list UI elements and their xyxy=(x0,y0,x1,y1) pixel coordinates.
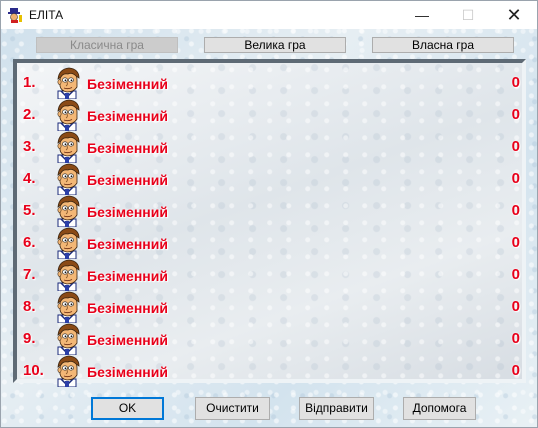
score-row: 6. Безіменний 0 xyxy=(21,227,522,260)
window-title: ЕЛІТА xyxy=(29,8,64,22)
rank-number: 9. xyxy=(23,330,36,347)
help-button[interactable]: Допомога xyxy=(403,397,476,420)
close-button[interactable]: ✕ xyxy=(491,1,537,29)
player-name: Безіменний xyxy=(87,204,168,220)
player-avatar-icon xyxy=(50,67,84,100)
player-name: Безіменний xyxy=(87,140,168,156)
player-score: 0 xyxy=(511,234,520,251)
player-score: 0 xyxy=(511,330,520,347)
app-icon xyxy=(7,7,23,23)
player-name: Безіменний xyxy=(87,300,168,316)
rank-number: 1. xyxy=(23,74,36,91)
player-avatar-icon xyxy=(50,99,84,132)
rank-number: 2. xyxy=(23,106,36,123)
send-button[interactable]: Відправити xyxy=(299,397,374,420)
score-row: 4. Безіменний 0 xyxy=(21,163,522,196)
player-name: Безіменний xyxy=(87,236,168,252)
title-bar[interactable]: ЕЛІТА — ☐ ✕ xyxy=(1,1,537,29)
tab-own-game[interactable]: Власна гра xyxy=(372,37,514,53)
rank-number: 5. xyxy=(23,202,36,219)
player-name: Безіменний xyxy=(87,364,168,380)
score-row: 10. Безіменний 0 xyxy=(21,355,522,388)
rank-number: 4. xyxy=(23,170,36,187)
player-score: 0 xyxy=(511,74,520,91)
player-avatar-icon xyxy=(50,163,84,196)
tab-classic-game: Класична гра xyxy=(36,37,178,53)
player-avatar-icon xyxy=(50,259,84,292)
high-scores-window: ЕЛІТА — ☐ ✕ Класична гра Велика гра Влас… xyxy=(0,0,538,428)
player-name: Безіменний xyxy=(87,172,168,188)
player-avatar-icon xyxy=(50,355,84,388)
player-score: 0 xyxy=(511,106,520,123)
score-row: 2. Безіменний 0 xyxy=(21,99,522,132)
rank-number: 8. xyxy=(23,298,36,315)
rank-number: 6. xyxy=(23,234,36,251)
maximize-button: ☐ xyxy=(461,6,475,23)
scores-panel: 1. Безіменний 0 2. Безіменний 0 3. Безім… xyxy=(13,59,526,388)
player-score: 0 xyxy=(511,138,520,155)
rank-number: 10. xyxy=(23,362,44,379)
player-name: Безіменний xyxy=(87,268,168,284)
score-row: 1. Безіменний 0 xyxy=(21,67,522,100)
player-score: 0 xyxy=(511,202,520,219)
player-name: Безіменний xyxy=(87,76,168,92)
player-name: Безіменний xyxy=(87,332,168,348)
player-score: 0 xyxy=(511,298,520,315)
player-avatar-icon xyxy=(50,131,84,164)
player-avatar-icon xyxy=(50,195,84,228)
player-score: 0 xyxy=(511,362,520,379)
clear-button[interactable]: Очистити xyxy=(195,397,270,420)
minimize-button[interactable]: — xyxy=(399,1,445,29)
player-avatar-icon xyxy=(50,323,84,356)
score-row: 7. Безіменний 0 xyxy=(21,259,522,292)
player-score: 0 xyxy=(511,170,520,187)
score-row: 9. Безіменний 0 xyxy=(21,323,522,356)
ok-button[interactable]: OK xyxy=(91,397,164,420)
score-row: 3. Безіменний 0 xyxy=(21,131,522,164)
rank-number: 3. xyxy=(23,138,36,155)
player-avatar-icon xyxy=(50,291,84,324)
score-row: 8. Безіменний 0 xyxy=(21,291,522,324)
player-avatar-icon xyxy=(50,227,84,260)
score-row: 5. Безіменний 0 xyxy=(21,195,522,228)
rank-number: 7. xyxy=(23,266,36,283)
tab-big-game[interactable]: Велика гра xyxy=(204,37,346,53)
player-name: Безіменний xyxy=(87,108,168,124)
player-score: 0 xyxy=(511,266,520,283)
